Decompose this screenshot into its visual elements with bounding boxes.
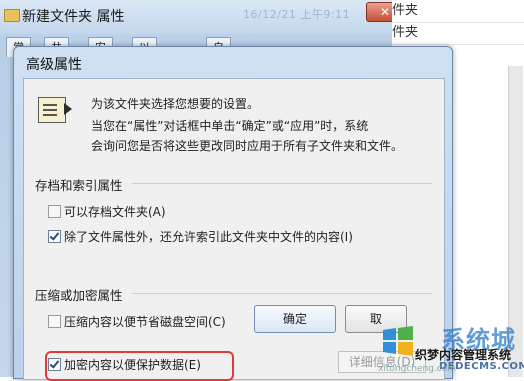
list-item[interactable]: 件夹 bbox=[392, 0, 524, 23]
dialog-title: 高级属性 bbox=[26, 57, 82, 73]
index-content-label[interactable]: 除了文件属性外，还允许索引此文件夹中文件的内容(I) bbox=[64, 228, 353, 245]
archive-index-section-title: 存档和索引属性 bbox=[35, 178, 123, 193]
background-window-title: 新建文件夹 属性 bbox=[22, 9, 125, 25]
compress-content-label[interactable]: 压缩内容以便节省磁盘空间(C) bbox=[64, 313, 226, 330]
list-item[interactable]: 件夹 bbox=[392, 22, 524, 45]
watermark-small-text: xitongcheng.com bbox=[378, 364, 456, 374]
folder-settings-icon bbox=[38, 97, 72, 123]
compress-encrypt-section-title: 压缩或加密属性 bbox=[35, 288, 123, 303]
windows-logo-icon bbox=[383, 326, 413, 356]
encrypt-content-checkbox[interactable] bbox=[48, 358, 61, 371]
intro-text: 当您在“属性”对话框中单击“确定”或“应用”时，系统 bbox=[91, 119, 369, 133]
background-date-text: 16/12/21 上午9:11 bbox=[243, 8, 351, 21]
archive-folder-label[interactable]: 可以存档文件夹(A) bbox=[64, 203, 166, 220]
divider bbox=[132, 183, 432, 184]
folder-icon bbox=[4, 9, 20, 22]
index-content-checkbox[interactable] bbox=[48, 230, 61, 243]
intro-text: 会询问您是否将这些更改同时应用于所有子文件夹和文件。 bbox=[91, 139, 404, 153]
intro-text: 为该文件夹选择您想要的设置。 bbox=[91, 97, 260, 111]
archive-folder-checkbox[interactable] bbox=[48, 205, 61, 218]
encrypt-content-label[interactable]: 加密内容以便保护数据(E) bbox=[64, 356, 201, 373]
divider bbox=[132, 293, 432, 294]
ok-button[interactable]: 确定 bbox=[254, 305, 336, 333]
compress-content-checkbox[interactable] bbox=[48, 315, 61, 328]
